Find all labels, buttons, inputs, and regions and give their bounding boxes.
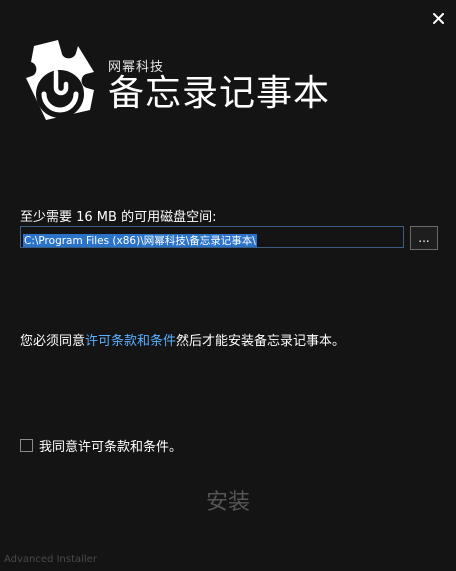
agree-checkbox-row[interactable]: 我同意许可条款和条件。 [20, 436, 182, 455]
license-notice-suffix: 然后才能安装备忘录记事本。 [176, 334, 346, 349]
app-title: 备忘录记事本 [108, 73, 331, 114]
app-logo-icon [26, 40, 94, 120]
agree-checkbox-label[interactable]: 我同意许可条款和条件。 [39, 436, 182, 455]
license-notice-prefix: 您必须同意 [20, 334, 86, 349]
license-notice: 您必须同意许可条款和条件然后才能安装备忘录记事本。 [20, 330, 345, 349]
license-terms-link[interactable]: 许可条款和条件 [85, 334, 176, 349]
installer-brand: Advanced Installer [4, 554, 97, 565]
close-button[interactable] [428, 8, 448, 28]
install-path-input[interactable]: C:\Program Files (x86)\网幂科技\备忘录记事本\ [20, 226, 404, 248]
browse-button[interactable]: ... [410, 226, 438, 250]
disk-space-label: 至少需要 16 MB 的可用磁盘空间: [20, 210, 217, 225]
install-button[interactable]: 安装 [188, 480, 268, 520]
install-path-value: C:\Program Files (x86)\网幂科技\备忘录记事本\ [23, 234, 257, 247]
close-icon [432, 12, 444, 24]
agree-checkbox[interactable] [20, 439, 33, 452]
